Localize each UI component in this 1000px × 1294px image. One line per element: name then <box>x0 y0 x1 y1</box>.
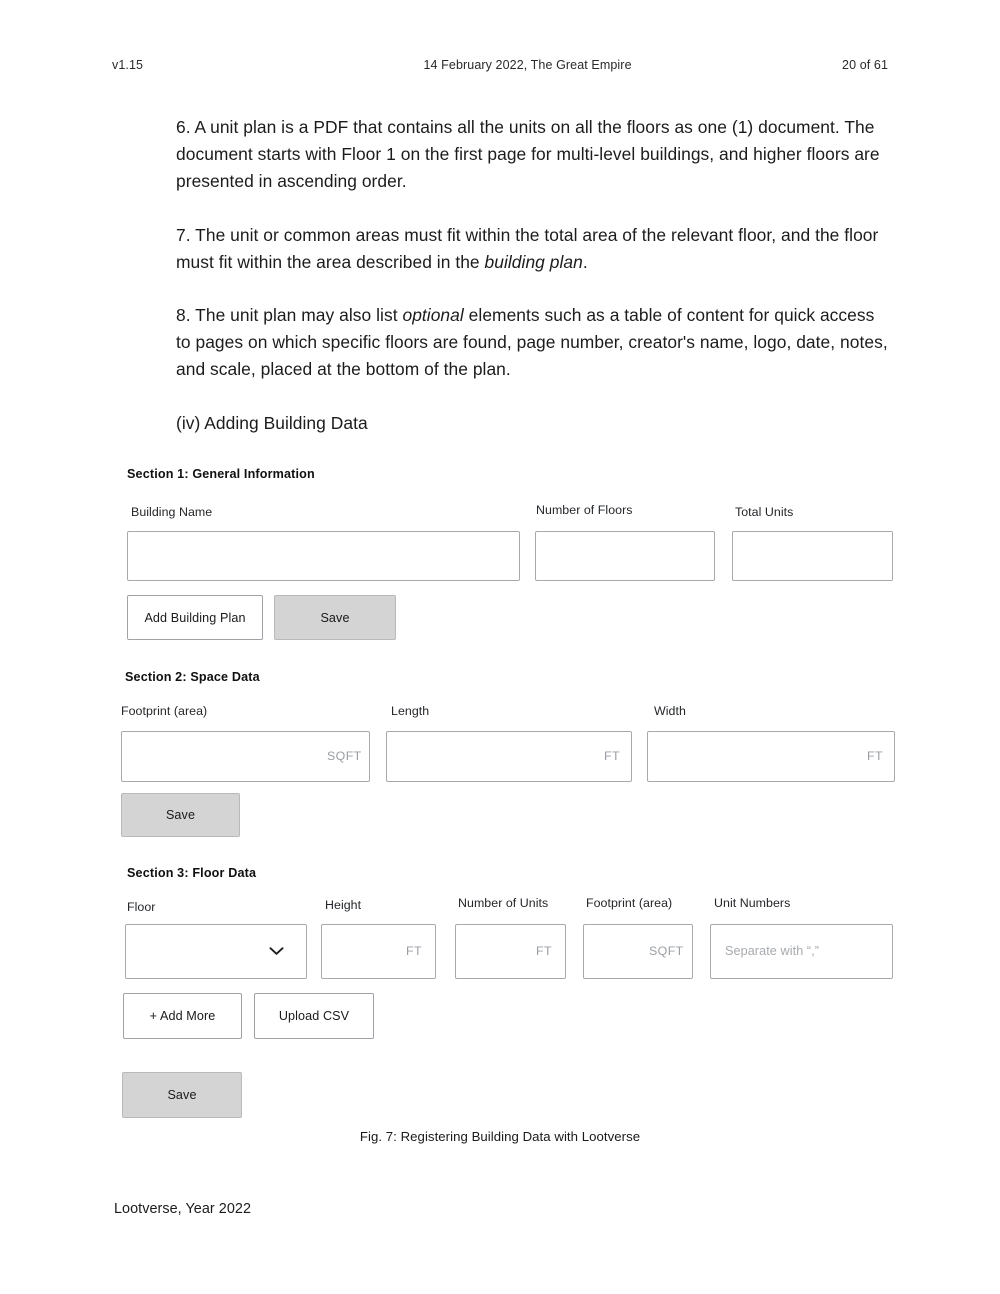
section-1-save-button[interactable]: Save <box>274 595 396 640</box>
suffix-length: FT <box>604 749 620 763</box>
suffix-width: FT <box>867 749 883 763</box>
label-length: Length <box>391 704 430 718</box>
label-height: Height <box>325 898 362 912</box>
label-footprint-area-space: Footprint (area) <box>121 704 208 718</box>
input-building-name[interactable] <box>127 531 520 581</box>
input-number-of-floors[interactable] <box>535 531 715 581</box>
label-number-of-units: Number of Units <box>458 896 549 910</box>
chevron-down-icon[interactable] <box>269 946 284 956</box>
suffix-height: FT <box>406 944 422 958</box>
section-sub-heading: (iv) Adding Building Data <box>176 412 368 433</box>
paragraph-7-emphasis: building plan <box>484 251 583 272</box>
paragraph-8-emphasis: optional <box>402 305 464 326</box>
placeholder-unit-numbers: Separate with “,” <box>725 944 820 958</box>
paragraph-8-text-before: 8. The unit plan may also list <box>176 305 403 326</box>
section-2-title: Section 2: Space Data <box>125 670 260 684</box>
label-width: Width <box>654 704 686 718</box>
page-number: 20 of 61 <box>842 58 888 72</box>
suffix-number-of-units: FT <box>536 944 552 958</box>
paragraph-7-text-after: . <box>582 251 588 272</box>
paragraph-6: 6. A unit plan is a PDF that contains al… <box>176 117 880 192</box>
document-body: 6. A unit plan is a PDF that contains al… <box>176 114 890 437</box>
section-2-save-button[interactable]: Save <box>121 793 240 837</box>
label-footprint-area-floor: Footprint (area) <box>586 896 673 910</box>
section-1-title: Section 1: General Information <box>127 467 315 481</box>
upload-csv-button[interactable]: Upload CSV <box>254 993 374 1039</box>
figure-caption: Fig. 7: Registering Building Data with L… <box>359 1129 641 1144</box>
page-running-head: v1.15 14 February 2022, The Great Empire… <box>112 58 888 72</box>
add-more-button[interactable]: + Add More <box>123 993 242 1039</box>
suffix-footprint-area-space: SQFT <box>327 749 362 763</box>
section-3-save-button[interactable]: Save <box>122 1072 242 1118</box>
page-footer: Lootverse, Year 2022 <box>114 1201 252 1217</box>
label-number-of-floors: Number of Floors <box>536 503 633 517</box>
suffix-footprint-area-floor: SQFT <box>649 944 684 958</box>
figure-building-data-form: Section 1: General Information Building … <box>0 455 1000 1155</box>
section-3-title: Section 3: Floor Data <box>127 866 257 880</box>
input-width[interactable] <box>647 731 895 782</box>
paragraph-7: 7. The unit or common areas must fit wit… <box>176 222 890 276</box>
paragraph-8: 8. The unit plan may also list optional … <box>176 302 890 384</box>
input-total-units[interactable] <box>732 531 893 581</box>
label-building-name: Building Name <box>131 505 213 519</box>
document-version: v1.15 <box>112 58 144 72</box>
label-floor: Floor <box>127 900 156 914</box>
add-building-plan-button[interactable]: Add Building Plan <box>127 595 263 640</box>
document-title-date: 14 February 2022, The Great Empire <box>423 58 632 72</box>
input-length[interactable] <box>386 731 632 782</box>
label-unit-numbers: Unit Numbers <box>714 896 791 910</box>
label-total-units: Total Units <box>735 505 794 519</box>
